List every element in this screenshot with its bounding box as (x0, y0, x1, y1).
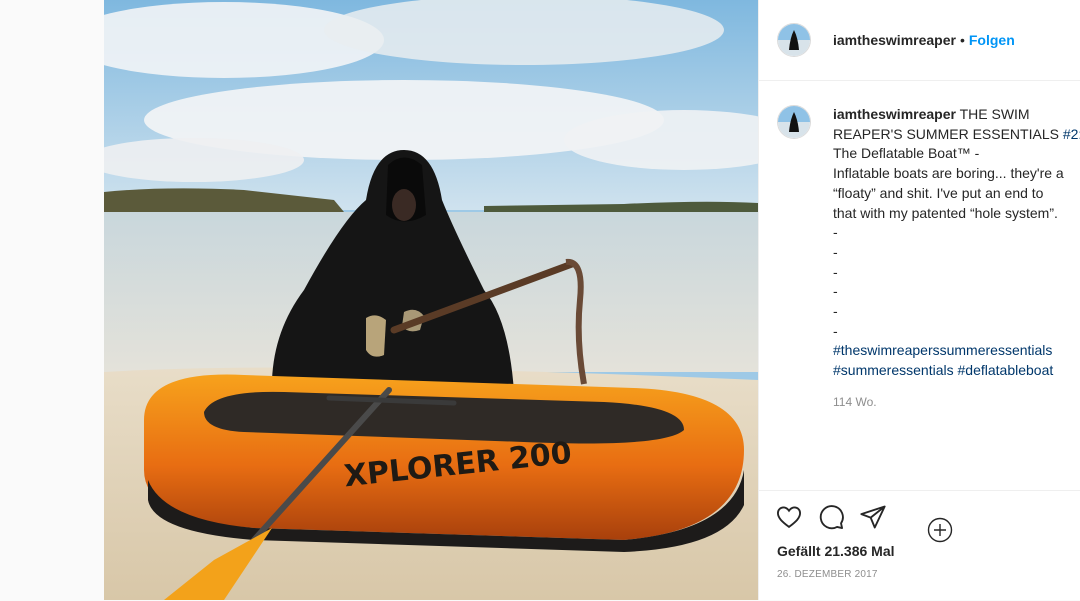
post-header: iamtheswimreaper • Folgen (759, 0, 1080, 81)
post-author-username[interactable]: iamtheswimreaper (833, 32, 956, 48)
follow-button[interactable]: Folgen (969, 32, 1015, 48)
caption-line: that with my patented “hole system”. (833, 204, 1058, 221)
caption-line: The Deflatable Boat™ - (833, 145, 980, 162)
caption-line: REAPER'S SUMMER ESSENTIALS (833, 125, 1063, 142)
caption-line: - (833, 243, 838, 260)
caption-line: - (833, 263, 838, 280)
comments-area: iamtheswimreaper THE SWIM REAPER'S SUMME… (759, 81, 1080, 543)
comment-icon[interactable] (817, 503, 845, 536)
caption-line: - (833, 322, 838, 339)
caption-line: Inflatable boats are boring... they're a (833, 165, 1064, 182)
caption-text: iamtheswimreaper THE SWIM REAPER'S SUMME… (833, 105, 1080, 413)
post-actions: Gefällt 21.386 Mal 26. DEZEMBER 2017 (759, 490, 1080, 601)
post-date[interactable]: 26. DEZEMBER 2017 (777, 569, 878, 580)
caption: iamtheswimreaper THE SWIM REAPER'S SUMME… (777, 105, 1080, 413)
caption-line: - (833, 224, 838, 241)
post-photo-illustration: XPLORER 200 (104, 0, 758, 600)
caption-avatar-image (778, 106, 810, 138)
likes-count[interactable]: Gefällt 21.386 Mal (777, 543, 895, 559)
avatar[interactable] (777, 23, 811, 57)
caption-avatar[interactable] (777, 105, 811, 139)
caption-line-1: iamtheswimreaper THE SWIM (833, 105, 1080, 125)
hashtag-link[interactable]: #theswimreaperssummeressentials (833, 341, 1080, 361)
caption-line: - (833, 283, 838, 300)
post-image[interactable]: XPLORER 200 (104, 0, 758, 600)
caption-timestamp[interactable]: 114 Wo. (833, 393, 1080, 413)
hashtag-link[interactable]: #2: (1063, 126, 1080, 142)
separator-dot: • (959, 32, 965, 48)
caption-line: - (833, 303, 838, 320)
paper-plane-icon[interactable] (859, 503, 887, 536)
caption-username[interactable]: iamtheswimreaper (833, 106, 956, 122)
caption-line-2: REAPER'S SUMMER ESSENTIALS #2: (833, 125, 1080, 145)
avatar-image (778, 24, 810, 56)
hashtag-link[interactable]: #summeressentials (833, 362, 954, 378)
action-icons (775, 503, 887, 536)
heart-icon[interactable] (775, 503, 803, 536)
caption-line: THE SWIM (959, 106, 1030, 122)
hashtag-link[interactable]: #deflatableboat (958, 362, 1054, 378)
post-side-panel: iamtheswimreaper • Folgen iamtheswimreap… (758, 0, 1080, 600)
caption-line: “floaty” and shit. I've put an end to (833, 184, 1044, 201)
